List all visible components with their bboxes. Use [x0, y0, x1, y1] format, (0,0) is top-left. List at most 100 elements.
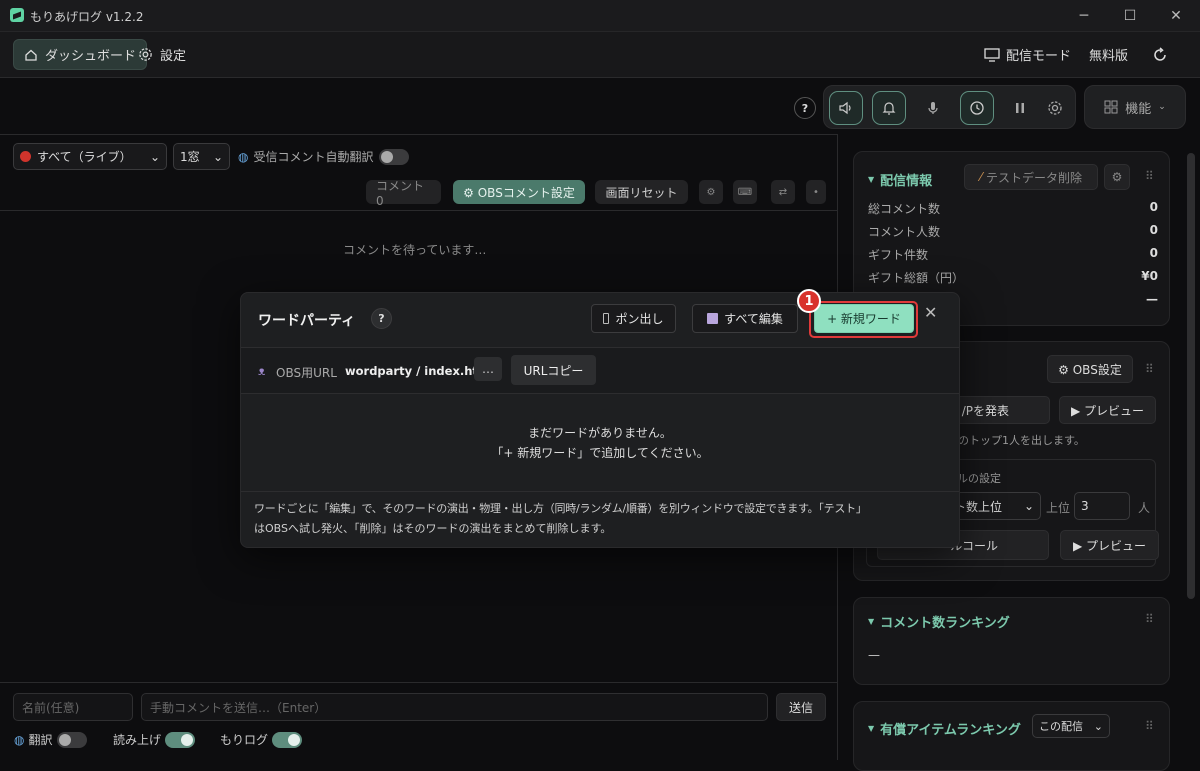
top-count-input[interactable]: 3: [1074, 492, 1130, 520]
stat-row: ギフト総額（円） ¥0: [868, 269, 1158, 292]
footer-line-1: ワードごとに「編集」で、そのワードの演出・物理・出し方（同時/ランダム/順番）を…: [254, 502, 867, 515]
stream-info-settings-button[interactable]: ⚙: [1104, 164, 1130, 190]
source-select[interactable]: すべて（ライブ） ⌄: [13, 143, 167, 170]
morilog-label: もりログ: [220, 733, 269, 747]
dialog-help-button[interactable]: ?: [371, 308, 392, 329]
obs-url-label: OBS用URL: [276, 366, 337, 380]
divider: [0, 210, 838, 211]
drag-handle-icon[interactable]: ⠿: [1145, 362, 1154, 376]
grid-icon: [1104, 100, 1118, 114]
collapse-icon[interactable]: ▼: [868, 617, 874, 626]
drag-handle-icon[interactable]: ⠿: [1145, 612, 1154, 626]
stream-mode-button[interactable]: 配信モード: [984, 39, 1071, 70]
window-select-value: 1窓: [180, 150, 200, 164]
highlight-box: [809, 301, 918, 338]
read-aloud-setting: 読み上げ: [113, 731, 196, 748]
dialog-footer-note: ワードごとに「編集」で、そのワードの演出・物理・出し方（同時/ランダム/順番）を…: [254, 499, 954, 539]
stat-label: ギフト総額（円）: [868, 271, 965, 285]
stat-value: —: [1146, 292, 1158, 306]
divider: [241, 491, 959, 492]
auto-translate-toggle[interactable]: [378, 148, 409, 165]
name-input[interactable]: 名前(任意): [13, 693, 133, 721]
paid-ranking-select-value: この配信: [1039, 720, 1083, 733]
paid-ranking-title: 有償アイテムランキング: [880, 723, 1021, 738]
pon-button[interactable]: ポン出し: [591, 304, 676, 333]
reset-screen-button[interactable]: 画面リセット: [595, 180, 688, 204]
read-aloud-toggle[interactable]: [165, 731, 196, 748]
pause-icon: [1016, 103, 1024, 113]
manual-comment-input[interactable]: 手動コメントを送信…（Enter）: [141, 693, 768, 721]
gear-icon: [139, 48, 152, 61]
monitor-icon: [984, 47, 1000, 62]
paid-ranking-card: ▼ 有償アイテムランキング この配信 ⌄ ⠿: [853, 701, 1170, 771]
help-button[interactable]: ?: [794, 97, 816, 119]
comment-ranking-header: ▼ コメント数ランキング: [868, 612, 1010, 631]
keyboard-icon[interactable]: ⌨: [733, 180, 757, 204]
rank-type-select[interactable]: ト数上位 ⌄: [947, 492, 1041, 520]
obs-comment-settings-button[interactable]: ⚙ OBSコメント設定: [453, 180, 585, 204]
close-window-button[interactable]: ✕: [1153, 0, 1199, 32]
obs-settings-button[interactable]: ⚙ OBS設定: [1047, 355, 1133, 383]
edit-all-button[interactable]: すべて編集: [692, 304, 798, 333]
settings-icon[interactable]: ⚙: [699, 180, 723, 204]
preview-button[interactable]: ▶ プレビュー: [1059, 396, 1156, 424]
minimize-button[interactable]: ─: [1061, 0, 1107, 32]
translate-setting: ◍ 翻訳: [14, 731, 87, 748]
window-select[interactable]: 1窓 ⌄: [173, 143, 230, 170]
chevron-down-icon: ⌄: [1023, 499, 1034, 513]
close-icon[interactable]: ✕: [924, 303, 937, 322]
empty-line-2: 「+ 新規ワード」で追加してください。: [491, 446, 709, 460]
maximize-button[interactable]: ☐: [1107, 0, 1153, 32]
scrollbar[interactable]: [1187, 153, 1195, 599]
paid-ranking-select[interactable]: この配信 ⌄: [1032, 714, 1110, 738]
timer-toggle[interactable]: [960, 91, 994, 125]
stat-value: 0: [1149, 200, 1158, 214]
drag-handle-icon[interactable]: ⠿: [1145, 169, 1154, 183]
copy-url-button[interactable]: URLコピー: [511, 355, 596, 385]
stream-info-header: ▼ 配信情報: [868, 170, 932, 189]
send-button[interactable]: 送信: [776, 693, 826, 721]
url-more-button[interactable]: …: [474, 357, 502, 381]
stat-value: 0: [1149, 246, 1158, 260]
nav-dashboard[interactable]: ダッシュボード: [13, 39, 148, 70]
bell-icon: [882, 102, 896, 115]
title-bar: もりあげログ v1.2.2 ─ ☐ ✕: [0, 0, 1200, 32]
top-nav: ダッシュボード 設定 配信モード 無料版: [0, 32, 1200, 78]
auto-translate-label: 受信コメント自動翻訳: [253, 150, 374, 164]
speaker-toggle[interactable]: [829, 91, 863, 125]
preview-button-2[interactable]: ▶ プレビュー: [1060, 530, 1159, 560]
comment-ranking-empty: —: [868, 648, 880, 662]
broom-icon: ⁄: [979, 170, 982, 184]
control-toggle-group: [823, 85, 1076, 129]
translate-toggle[interactable]: [56, 731, 87, 748]
edit-all-label: すべて編集: [724, 312, 783, 326]
collapse-icon[interactable]: ▼: [868, 724, 874, 733]
feature-menu-button[interactable]: 機能 ⌄: [1084, 85, 1186, 129]
refresh-button[interactable]: [1152, 39, 1168, 70]
comment-ranking-card: ▼ コメント数ランキング ⠿ —: [853, 597, 1170, 685]
drag-handle-icon[interactable]: ⠿: [1145, 719, 1154, 733]
morilog-toggle[interactable]: [272, 731, 303, 748]
pon-button-label: ポン出し: [615, 312, 664, 326]
plan-label: 無料版: [1089, 49, 1129, 64]
swap-icon[interactable]: ⇄: [771, 180, 795, 204]
read-aloud-label: 読み上げ: [113, 733, 162, 747]
collapse-icon[interactable]: ▼: [868, 175, 874, 184]
control-settings-button[interactable]: [1038, 91, 1072, 125]
delete-test-data-button[interactable]: ⁄ テストデータ削除: [964, 164, 1098, 190]
app-logo-icon: [10, 8, 24, 22]
globe-icon: ◍: [238, 149, 249, 164]
notification-toggle[interactable]: [872, 91, 906, 125]
feature-label: 機能: [1125, 101, 1152, 117]
empty-line-1: まだワードがありません。: [528, 426, 672, 440]
pause-toggle[interactable]: [1003, 91, 1037, 125]
microphone-toggle[interactable]: [916, 91, 950, 125]
paid-ranking-header: ▼ 有償アイテムランキング: [868, 719, 1021, 738]
chevron-down-icon: ⌄: [1093, 719, 1103, 733]
footer-line-2: はOBSへ試し発火、「削除」はそのワードの演出をまとめて削除します。: [254, 522, 612, 535]
nav-settings[interactable]: 設定: [128, 39, 196, 70]
nav-settings-label: 設定: [160, 49, 187, 64]
nav-dashboard-label: ダッシュボード: [45, 49, 137, 64]
dot-icon[interactable]: •: [806, 180, 826, 204]
stream-info-title: 配信情報: [880, 174, 933, 189]
